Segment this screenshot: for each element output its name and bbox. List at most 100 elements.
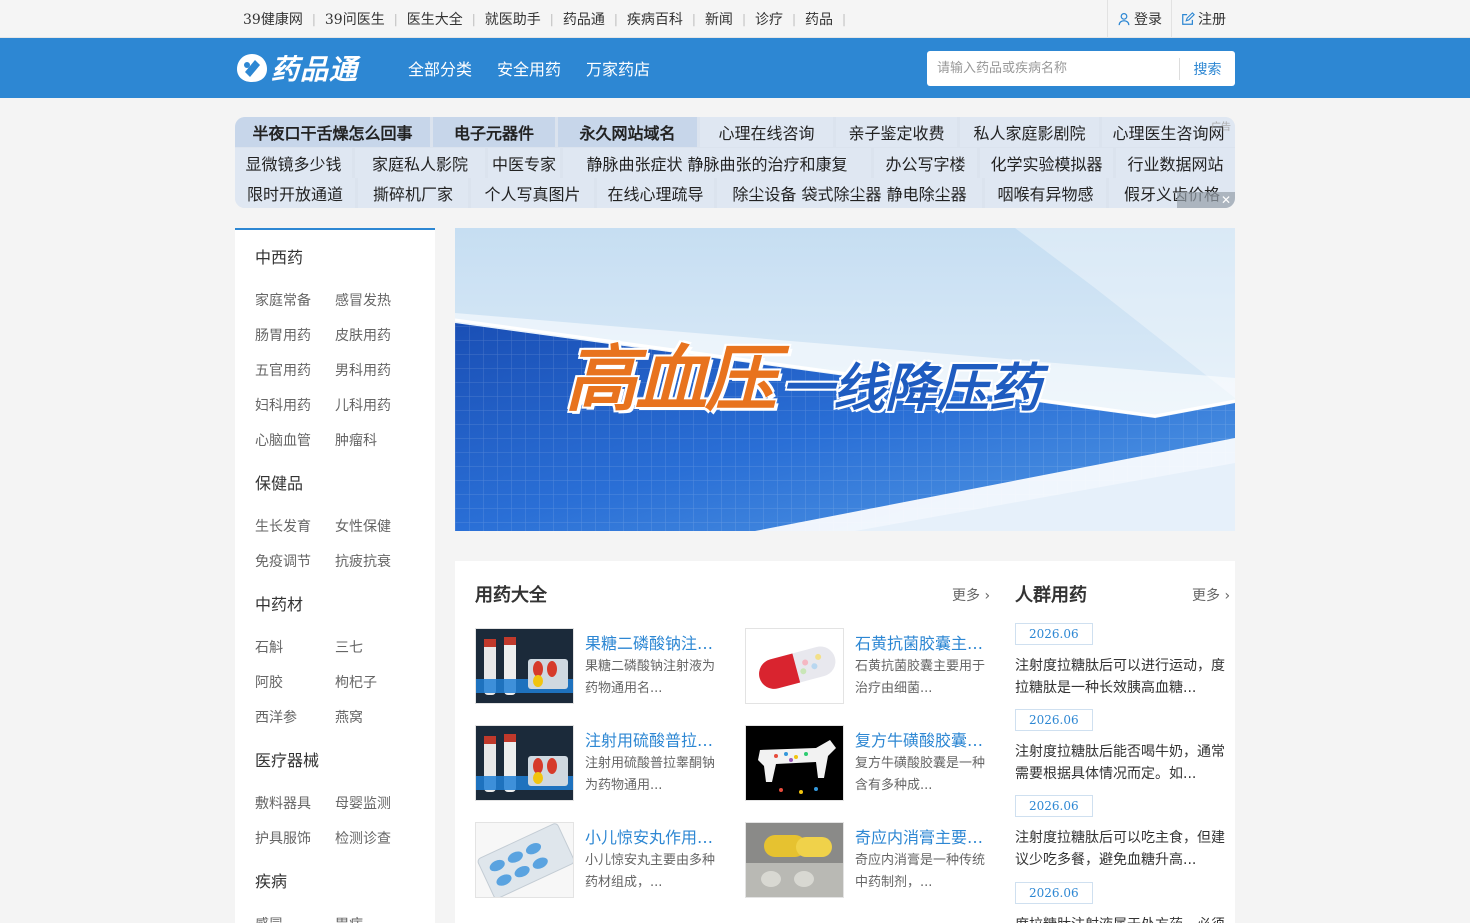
ad-link[interactable]: 半夜口干舌燥怎么回事 — [235, 117, 430, 147]
ad-link[interactable]: 行业数据网站 — [1116, 147, 1235, 178]
category-link[interactable]: 肿瘤科 — [335, 424, 415, 459]
drug-card[interactable]: 石黄抗菌胶囊主要用于 石黄抗菌胶囊主要用于治疗由细菌... — [745, 628, 997, 704]
category-items: 敷料器具 母婴监测 护具服饰 检测诊查 — [255, 787, 425, 857]
category-link[interactable]: 西洋参 — [255, 701, 335, 736]
category-link[interactable]: 感冒发热 — [335, 284, 415, 319]
ad-link[interactable]: 个人写真图片 — [471, 178, 594, 208]
category-link[interactable]: 三七 — [335, 631, 415, 666]
category-link[interactable]: 男科用药 — [335, 354, 415, 389]
top-nav-link[interactable]: 新闻 — [705, 9, 733, 29]
category-link[interactable]: 免疫调节 — [255, 545, 335, 580]
ad-link[interactable]: 除尘设备 袋式除尘器 静电除尘器 — [717, 178, 982, 208]
site-logo[interactable]: 药品通 — [235, 52, 358, 86]
top-nav-item: 疾病百科 | — [627, 9, 705, 29]
banner-title-main: 高血压 — [565, 337, 777, 421]
news-date: 2026.06 — [1015, 709, 1093, 731]
drug-card[interactable]: 果糖二磷酸钠注射液 果糖二磷酸钠注射液为药物通用名... — [475, 628, 727, 704]
drug-card[interactable]: 注射用硫酸普拉睾酮钠 注射用硫酸普拉睾酮钠为药物通用... — [475, 725, 727, 801]
drug-card[interactable]: 奇应内消膏主要作用 奇应内消膏是一种传统中药制剂，... — [745, 822, 997, 898]
top-nav-item: 诊疗 | — [755, 9, 805, 29]
nav-all-categories[interactable]: 全部分类 — [408, 56, 472, 80]
top-nav-item: 39健康网 | — [243, 9, 325, 29]
drugs-section-header: 用药大全 — [475, 582, 547, 606]
top-nav-link[interactable]: 39问医生 — [325, 9, 385, 29]
category-link[interactable]: 感冒 — [255, 908, 335, 923]
ad-link[interactable]: 家庭私人影院 — [355, 147, 485, 178]
ad-link[interactable]: 在线心理疏导 — [597, 178, 714, 208]
category-link[interactable]: 燕窝 — [335, 701, 415, 736]
category-link[interactable]: 心脑血管 — [255, 424, 335, 459]
crowd-more-link[interactable]: 更多 › — [1192, 585, 1230, 605]
category-title[interactable]: 医疗器械 — [255, 751, 425, 771]
drug-description: 石黄抗菌胶囊主要用于治疗由细菌... — [855, 659, 986, 696]
drug-thumbnail — [745, 725, 844, 801]
category-link[interactable]: 阿胶 — [255, 666, 335, 701]
category-link[interactable]: 母婴监测 — [335, 787, 415, 822]
category-link[interactable]: 家庭常备 — [255, 284, 335, 319]
ad-link[interactable]: 咽喉有异物感 — [985, 178, 1106, 208]
category-link[interactable]: 妇科用药 — [255, 389, 335, 424]
top-nav-link[interactable]: 医生大全 — [407, 9, 463, 29]
category-link[interactable]: 胃病 — [335, 908, 415, 923]
ad-link[interactable]: 亲子鉴定收费 — [836, 117, 957, 147]
category-link[interactable]: 肠胃用药 — [255, 319, 335, 354]
ad-link[interactable]: 显微镜多少钱 — [235, 147, 352, 178]
drug-description: 复方牛磺酸胶囊是一种含有多种成... — [855, 756, 986, 793]
content-panel: 用药大全 更多 › 人群用药 更多 › 果糖二磷酸钠注射液 果糖二磷酸钠注射液为… — [455, 561, 1235, 923]
category-title[interactable]: 中药材 — [255, 595, 425, 615]
main-header: 药品通 全部分类 安全用药 万家药店 搜索 — [0, 38, 1470, 98]
sidebar-category: 中西药家庭常备 感冒发热 肠胃用药 皮肤用药 五官用药 男科用药 妇科用药 儿科用药 心脑血管肿… — [235, 248, 425, 459]
ad-link[interactable]: 私人家庭影剧院 — [960, 117, 1099, 147]
category-link[interactable]: 敷料器具 — [255, 787, 335, 822]
top-nav-link[interactable]: 诊疗 — [755, 9, 783, 29]
category-link[interactable]: 儿科用药 — [335, 389, 415, 424]
promo-banner[interactable]: 高血压 一线降压药 — [455, 228, 1235, 531]
register-link[interactable]: 注册 — [1171, 0, 1235, 37]
category-link[interactable]: 生长发育 — [255, 510, 335, 545]
news-item[interactable]: 2026.06 注射度拉糖肽后可以吃主食，但建议少吃多餐，避免血糖升高... — [1015, 795, 1230, 871]
news-item[interactable]: 2026.06 注射度拉糖肽后可以进行运动，度拉糖肽是一种长效胰高血糖... — [1015, 623, 1230, 699]
ad-link[interactable]: 限时开放通道 — [235, 178, 355, 208]
news-text: 注射度拉糖肽后可以进行运动，度拉糖肽是一种长效胰高血糖... — [1015, 658, 1225, 696]
category-link[interactable]: 皮肤用药 — [335, 319, 415, 354]
category-title[interactable]: 保健品 — [255, 474, 425, 494]
top-nav-link[interactable]: 就医助手 — [485, 9, 541, 29]
ad-link[interactable]: 电子元器件 — [433, 117, 555, 147]
ad-link[interactable]: 办公写字楼 — [874, 147, 977, 178]
news-date: 2026.06 — [1015, 795, 1093, 817]
top-nav-link[interactable]: 疾病百科 — [627, 9, 683, 29]
drugs-section-title: 用药大全 — [475, 585, 547, 606]
category-link[interactable]: 女性保健 — [335, 510, 415, 545]
top-nav-link[interactable]: 药品 — [805, 9, 833, 29]
top-nav-link[interactable]: 39健康网 — [243, 9, 303, 29]
news-item[interactable]: 2026.06 注射度拉糖肽后能否喝牛奶，通常需要根据具体情况而定。如... — [1015, 709, 1230, 785]
news-item[interactable]: 2026.06 度拉糖肽注射液属于处方药，必须 — [1015, 882, 1230, 923]
category-link[interactable]: 五官用药 — [255, 354, 335, 389]
top-nav-item: 就医助手 | — [485, 9, 563, 29]
ad-link[interactable]: 心理在线咨询 — [700, 117, 833, 147]
category-link[interactable]: 抗疲抗衰 — [335, 545, 415, 580]
category-link[interactable]: 检测诊查 — [335, 822, 415, 857]
nav-safe-medication[interactable]: 安全用药 — [497, 56, 561, 80]
login-link[interactable]: 登录 — [1107, 0, 1171, 37]
ad-close-button[interactable]: ✕ — [1177, 192, 1235, 208]
category-title[interactable]: 疾病 — [255, 872, 425, 892]
drug-card[interactable]: 小儿惊安丸作用与功效 小儿惊安丸主要由多种药材组成，... — [475, 822, 727, 898]
ad-link[interactable]: 静脉曲张症状 静脉曲张的治疗和康复 — [563, 147, 871, 178]
category-link[interactable]: 枸杞子 — [335, 666, 415, 701]
drug-card[interactable]: 复方牛磺酸胶囊是一种 复方牛磺酸胶囊是一种含有多种成... — [745, 725, 997, 801]
category-link[interactable]: 石斛 — [255, 631, 335, 666]
category-link[interactable]: 护具服饰 — [255, 822, 335, 857]
search-input[interactable] — [927, 51, 1179, 86]
top-nav-link[interactable]: 药品通 — [563, 9, 605, 29]
search-button[interactable]: 搜索 — [1180, 59, 1235, 79]
ad-link[interactable]: 中医专家 — [488, 147, 560, 178]
drugs-more-link[interactable]: 更多 › — [952, 585, 990, 605]
drug-name: 小儿惊安丸作用与功效 — [585, 828, 725, 847]
drug-name: 奇应内消膏主要作用 — [855, 828, 995, 847]
ad-link[interactable]: 永久网站域名 — [558, 117, 697, 147]
category-title[interactable]: 中西药 — [255, 248, 425, 268]
ad-link[interactable]: 撕碎机厂家 — [358, 178, 468, 208]
nav-pharmacies[interactable]: 万家药店 — [586, 56, 650, 80]
ad-link[interactable]: 化学实验模拟器 — [980, 147, 1113, 178]
